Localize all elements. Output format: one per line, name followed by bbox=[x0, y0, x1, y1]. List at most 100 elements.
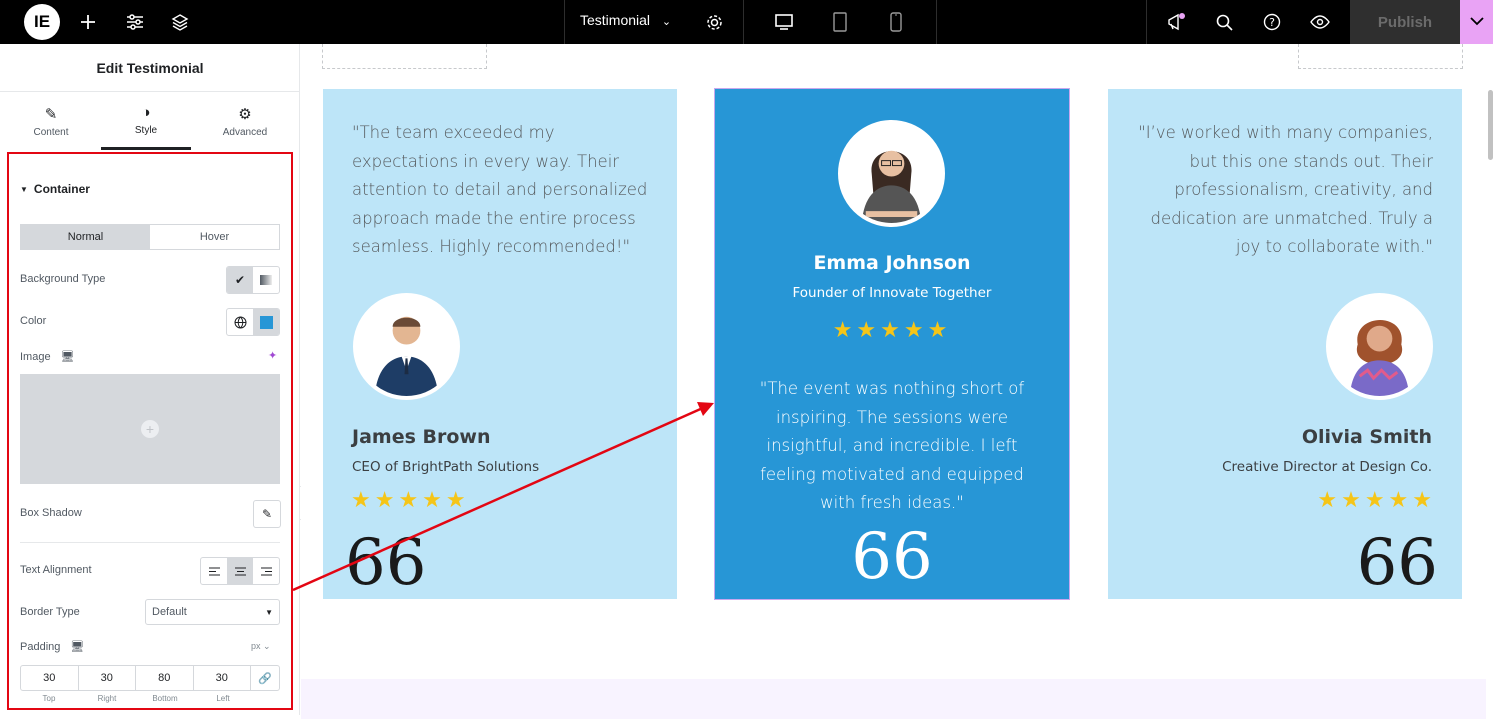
padding-right-input[interactable]: 30 bbox=[79, 666, 136, 690]
align-left-icon[interactable] bbox=[201, 558, 227, 584]
quote-mark-icon: 66 bbox=[345, 526, 427, 600]
top-bar: IE Testimonial ⌄ ? Publish bbox=[0, 0, 1493, 44]
tab-style-label: Style bbox=[134, 124, 158, 136]
editor-panel: Edit Testimonial ✎ Content ◑ Style ⚙ Adv… bbox=[0, 44, 300, 715]
tab-advanced[interactable]: ⚙ Advanced bbox=[200, 92, 290, 150]
contrast-icon: ◑ bbox=[141, 103, 151, 121]
padding-label: Padding bbox=[20, 640, 61, 653]
padding-bottom-label: Bottom bbox=[152, 694, 178, 703]
section-divider bbox=[20, 542, 280, 543]
testimonial-role: CEO of BrightPath Solutions bbox=[352, 459, 540, 475]
site-settings-icon[interactable] bbox=[124, 11, 146, 33]
avatar bbox=[838, 120, 945, 227]
topbar-divider bbox=[564, 0, 565, 44]
testimonial-quote: "The team exceeded my expectations in ev… bbox=[352, 123, 648, 256]
add-image-plus-icon: + bbox=[141, 420, 159, 438]
box-shadow-edit-button[interactable]: ✎ bbox=[253, 500, 281, 528]
align-right-icon[interactable] bbox=[253, 558, 279, 584]
gear-icon: ⚙ bbox=[238, 105, 252, 123]
tab-style[interactable]: ◑ Style bbox=[101, 92, 191, 150]
mobile-view-icon[interactable] bbox=[885, 11, 907, 33]
notifications-megaphone-icon[interactable] bbox=[1165, 11, 1187, 33]
gradient-icon[interactable] bbox=[253, 267, 279, 293]
state-tab-hover[interactable]: Hover bbox=[150, 225, 279, 249]
publish-button[interactable]: Publish bbox=[1350, 0, 1460, 44]
ai-sparkle-icon[interactable]: ✦ bbox=[268, 349, 277, 362]
preview-eye-icon[interactable] bbox=[1309, 11, 1331, 33]
testimonial-card-2[interactable]: Emma Johnson Founder of Innovate Togethe… bbox=[714, 88, 1070, 600]
testimonial-name: James Brown bbox=[352, 426, 491, 448]
image-placeholder[interactable]: + bbox=[20, 374, 280, 484]
document-title[interactable]: Testimonial ⌄ bbox=[580, 12, 671, 28]
state-tabs: Normal Hover bbox=[20, 224, 280, 250]
padding-right-label: Right bbox=[97, 694, 117, 703]
brush-classic-icon[interactable]: ✔ bbox=[227, 267, 253, 293]
testimonial-card-3[interactable]: "I’ve worked with many companies, but th… bbox=[1108, 89, 1462, 599]
rating-stars: ★★★★★ bbox=[832, 317, 952, 342]
testimonial-name: Emma Johnson bbox=[813, 252, 971, 274]
testimonial-card-1[interactable]: "The team exceeded my expectations in ev… bbox=[323, 89, 677, 599]
chevron-down-icon bbox=[1469, 13, 1484, 31]
elementor-logo[interactable]: IE bbox=[24, 4, 60, 40]
align-center-icon[interactable] bbox=[227, 558, 253, 584]
testimonial-name: Olivia Smith bbox=[1301, 426, 1432, 448]
border-type-value: Default bbox=[152, 606, 187, 618]
empty-column-placeholder[interactable] bbox=[1298, 44, 1463, 69]
page-settings-gear-icon[interactable] bbox=[703, 11, 725, 33]
padding-left-label: Left bbox=[216, 694, 230, 703]
padding-inputs: 30 30 80 30 🔗 bbox=[20, 665, 280, 691]
panel-title: Edit Testimonial bbox=[0, 44, 300, 92]
box-shadow-label: Box Shadow bbox=[20, 507, 82, 519]
padding-top-label: Top bbox=[42, 694, 56, 703]
empty-column-placeholder[interactable] bbox=[322, 44, 487, 69]
padding-side-labels: Top Right Bottom Left bbox=[20, 694, 252, 703]
section-container-toggle[interactable]: ▼ Container bbox=[20, 182, 90, 196]
desktop-responsive-icon[interactable]: 🖥 bbox=[70, 640, 84, 653]
desktop-view-icon[interactable] bbox=[773, 11, 795, 33]
desktop-responsive-icon[interactable]: 🖥 bbox=[61, 350, 75, 363]
topbar-divider bbox=[743, 0, 744, 44]
publish-options-button[interactable] bbox=[1460, 0, 1493, 44]
next-section[interactable] bbox=[301, 679, 1486, 719]
help-icon[interactable]: ? bbox=[1261, 11, 1283, 33]
tab-content[interactable]: ✎ Content bbox=[6, 92, 96, 150]
padding-top-input[interactable]: 30 bbox=[21, 666, 79, 690]
search-icon[interactable] bbox=[1213, 11, 1235, 33]
border-type-label: Border Type bbox=[20, 606, 80, 618]
quote-mark-icon: 66 bbox=[1356, 526, 1438, 600]
quote-mark-icon: 66 bbox=[851, 520, 933, 594]
panel-tabs: ✎ Content ◑ Style ⚙ Advanced bbox=[0, 92, 300, 150]
section-title: Container bbox=[33, 182, 90, 196]
border-type-select[interactable]: Default ▼ bbox=[145, 599, 280, 625]
testimonial-role: Creative Director at Design Co. bbox=[1222, 459, 1432, 475]
edit-pencil-icon: ✎ bbox=[261, 507, 273, 521]
tab-content-label: Content bbox=[33, 126, 69, 138]
image-label: Image bbox=[20, 350, 51, 363]
caret-down-icon: ▼ bbox=[20, 184, 28, 194]
rating-stars: ★★★★★ bbox=[351, 487, 470, 512]
color-swatch[interactable] bbox=[253, 309, 279, 335]
link-values-icon[interactable]: 🔗 bbox=[251, 666, 279, 690]
document-title-label: Testimonial bbox=[580, 12, 651, 28]
padding-unit-select[interactable]: px ⌄ bbox=[251, 641, 271, 652]
text-alignment-control bbox=[200, 557, 280, 585]
add-element-icon[interactable] bbox=[77, 11, 99, 33]
tab-advanced-label: Advanced bbox=[222, 126, 268, 138]
padding-bottom-input[interactable]: 80 bbox=[136, 666, 194, 690]
svg-text:?: ? bbox=[1269, 16, 1275, 29]
testimonial-role: Founder of Innovate Together bbox=[792, 285, 992, 301]
topbar-divider bbox=[936, 0, 937, 44]
padding-unit: px bbox=[251, 641, 261, 651]
tablet-view-icon[interactable] bbox=[829, 11, 851, 33]
caret-down-icon: ▼ bbox=[265, 607, 273, 617]
canvas-scrollbar[interactable] bbox=[1488, 90, 1493, 160]
layers-icon[interactable] bbox=[169, 11, 191, 33]
chevron-down-icon: ⌄ bbox=[661, 16, 672, 28]
padding-left-input[interactable]: 30 bbox=[194, 666, 251, 690]
testimonial-quote: "I’ve worked with many companies, but th… bbox=[1138, 123, 1433, 256]
color-control bbox=[226, 308, 280, 336]
global-colors-icon[interactable] bbox=[227, 309, 253, 335]
text-alignment-label: Text Alignment bbox=[20, 564, 92, 576]
state-tab-normal[interactable]: Normal bbox=[21, 225, 150, 249]
rating-stars: ★★★★★ bbox=[1317, 487, 1436, 512]
